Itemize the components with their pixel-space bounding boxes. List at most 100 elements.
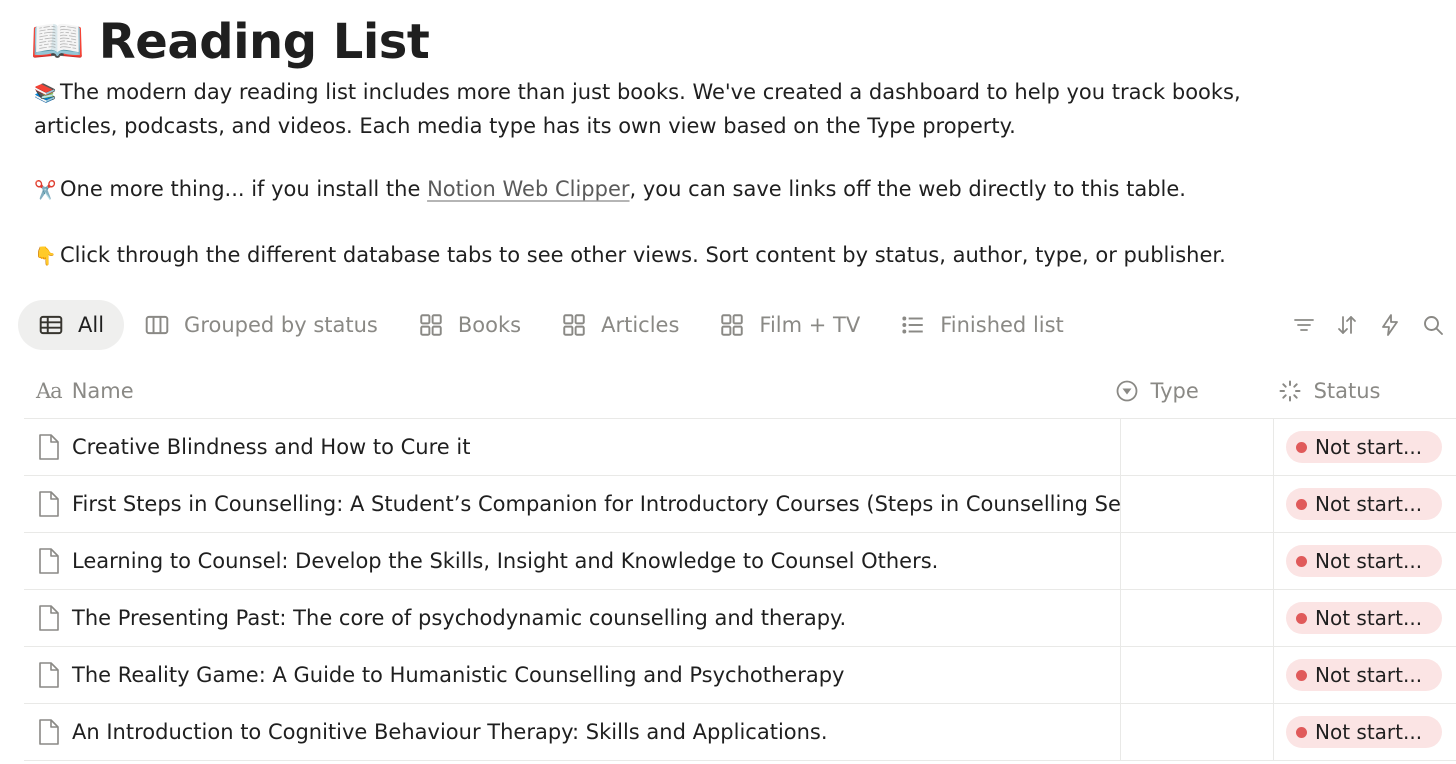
table-row[interactable]: First Steps in Counselling: A Student’s …: [24, 476, 1456, 533]
status-label: Not start...: [1315, 435, 1423, 459]
cell-status[interactable]: Not start...: [1273, 704, 1456, 760]
table-row[interactable]: Learning to Counsel: Develop the Skills,…: [24, 533, 1456, 590]
cell-type[interactable]: [1120, 704, 1273, 760]
row-title[interactable]: Learning to Counsel: Develop the Skills,…: [72, 549, 938, 573]
status-badge[interactable]: Not start...: [1286, 431, 1443, 463]
open-book-icon[interactable]: 📖: [30, 12, 85, 72]
status-label: Not start...: [1315, 492, 1423, 516]
status-dot: [1296, 669, 1307, 681]
filter-icon[interactable]: [1289, 310, 1319, 340]
column-header-name[interactable]: Aa Name: [24, 364, 1099, 418]
view-tab-label: Grouped by status: [184, 313, 378, 337]
page-icon: [38, 718, 60, 746]
column-header-status[interactable]: Status: [1264, 364, 1456, 418]
status-badge[interactable]: Not start...: [1286, 545, 1443, 577]
status-badge[interactable]: Not start...: [1286, 602, 1443, 634]
description-text: One more thing... if you install the: [60, 177, 428, 201]
status-badge[interactable]: Not start...: [1286, 488, 1443, 520]
view-tab-all[interactable]: All: [18, 300, 125, 350]
cell-type[interactable]: [1120, 533, 1273, 589]
scissors-emoji-icon: ✂️: [34, 180, 57, 201]
list-icon: [900, 312, 926, 338]
status-badge[interactable]: Not start...: [1286, 659, 1443, 691]
table-header: Aa Name Type Status: [24, 364, 1456, 419]
description-line-4: 👇 Click through the different database ta…: [34, 238, 1226, 274]
view-tab-label: All: [78, 313, 105, 337]
reading-list-table: Aa Name Type Status Creative Blindness a…: [24, 364, 1456, 761]
cell-name[interactable]: First Steps in Counselling: A Student’s …: [24, 476, 1120, 532]
column-header-label: Name: [71, 379, 134, 403]
row-title[interactable]: Creative Blindness and How to Cure it: [72, 435, 470, 459]
column-header-label: Type: [1150, 379, 1199, 403]
view-tab-label: Books: [457, 313, 522, 337]
view-tab-label: Film + TV: [759, 313, 861, 337]
cell-type[interactable]: [1120, 419, 1273, 475]
view-tab-books[interactable]: Books: [398, 300, 541, 350]
cell-status[interactable]: Not start...: [1273, 647, 1456, 703]
table-row[interactable]: Creative Blindness and How to Cure it No…: [24, 419, 1456, 476]
sort-icon[interactable]: [1332, 310, 1362, 340]
row-title[interactable]: An Introduction to Cognitive Behaviour T…: [72, 720, 828, 744]
database-toolbar: [1276, 310, 1448, 340]
cell-name[interactable]: The Presenting Past: The core of psychod…: [24, 590, 1120, 646]
status-badge[interactable]: Not start...: [1286, 716, 1443, 748]
pointing-down-emoji-icon: 👇: [34, 246, 57, 267]
cell-status[interactable]: Not start...: [1273, 590, 1456, 646]
select-property-icon: [1115, 379, 1139, 403]
table-row[interactable]: An Introduction to Cognitive Behaviour T…: [24, 704, 1456, 761]
cell-name[interactable]: Creative Blindness and How to Cure it: [24, 419, 1120, 475]
table-row[interactable]: The Presenting Past: The core of psychod…: [24, 590, 1456, 647]
status-dot: [1296, 555, 1307, 567]
description-text: articles, podcasts, and videos. Each med…: [34, 114, 1016, 138]
row-title[interactable]: The Presenting Past: The core of psychod…: [72, 606, 846, 630]
row-title[interactable]: First Steps in Counselling: A Student’s …: [72, 492, 1120, 516]
table-row[interactable]: The Reality Game: A Guide to Humanistic …: [24, 647, 1456, 704]
status-dot: [1296, 612, 1307, 624]
description-line-2: articles, podcasts, and videos. Each med…: [34, 109, 1016, 143]
page-icon: [38, 433, 60, 461]
database-view-tabs: All Grouped by status Books Articles Fil…: [18, 300, 1084, 350]
status-label: Not start...: [1315, 720, 1423, 744]
cell-type[interactable]: [1120, 647, 1273, 703]
status-dot: [1296, 441, 1307, 453]
view-tab-grouped-by-status[interactable]: Grouped by status: [124, 300, 398, 350]
page-title[interactable]: Reading List: [99, 12, 430, 72]
cell-name[interactable]: The Reality Game: A Guide to Humanistic …: [24, 647, 1120, 703]
view-tab-finished-list[interactable]: Finished list: [880, 300, 1084, 350]
cell-name[interactable]: An Introduction to Cognitive Behaviour T…: [24, 704, 1120, 760]
description-text: , you can save links off the web directl…: [629, 177, 1186, 201]
text-property-icon: Aa: [36, 379, 63, 403]
description-line-1: 📚 The modern day reading list includes mo…: [34, 75, 1241, 111]
gallery-icon: [418, 312, 444, 338]
view-tab-film-tv[interactable]: Film + TV: [699, 300, 880, 350]
view-tab-articles[interactable]: Articles: [541, 300, 699, 350]
table-icon: [38, 312, 64, 338]
web-clipper-link[interactable]: Notion Web Clipper: [427, 177, 629, 201]
description-line-3: ✂️ One more thing... if you install the N…: [34, 172, 1186, 208]
search-icon[interactable]: [1418, 310, 1448, 340]
status-dot: [1296, 498, 1307, 510]
page-icon: [38, 604, 60, 632]
cell-status[interactable]: Not start...: [1273, 533, 1456, 589]
row-title[interactable]: The Reality Game: A Guide to Humanistic …: [72, 663, 844, 687]
cell-type[interactable]: [1120, 476, 1273, 532]
automation-icon[interactable]: [1375, 310, 1405, 340]
view-tab-label: Articles: [601, 313, 680, 337]
column-header-type[interactable]: Type: [1099, 364, 1264, 418]
page-icon: [38, 661, 60, 689]
status-label: Not start...: [1315, 663, 1423, 687]
status-dot: [1296, 726, 1307, 738]
description-text: Click through the different database tab…: [60, 243, 1226, 267]
books-emoji-icon: 📚: [34, 83, 57, 104]
cell-type[interactable]: [1120, 590, 1273, 646]
page-icon: [38, 490, 60, 518]
cell-status[interactable]: Not start...: [1273, 419, 1456, 475]
view-tab-label: Finished list: [940, 313, 1064, 337]
page-header: 📖 Reading List: [30, 12, 430, 72]
status-label: Not start...: [1315, 549, 1423, 573]
description-text: The modern day reading list includes mor…: [60, 80, 1241, 104]
status-label: Not start...: [1315, 606, 1423, 630]
cell-name[interactable]: Learning to Counsel: Develop the Skills,…: [24, 533, 1120, 589]
cell-status[interactable]: Not start...: [1273, 476, 1456, 532]
status-property-icon: [1278, 379, 1302, 403]
